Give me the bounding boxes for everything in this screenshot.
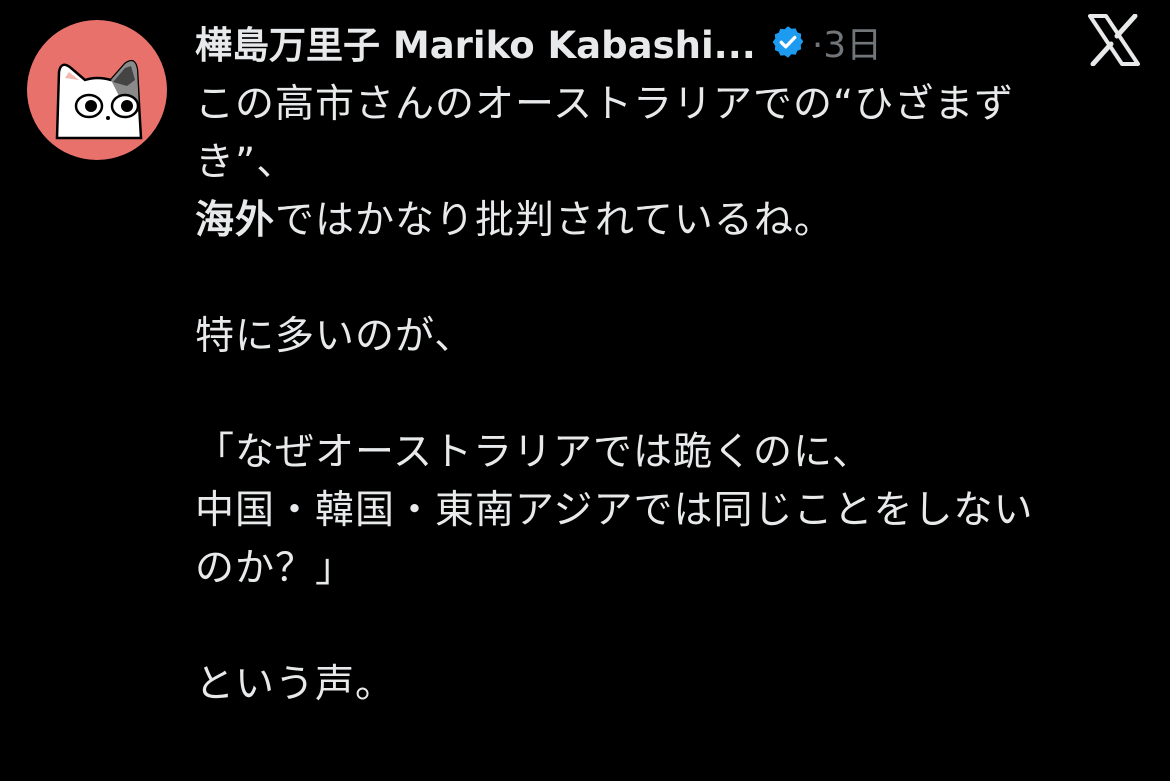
author-display-name[interactable]: 樺島万里子 Mariko Kabashi... [195,15,756,69]
post-line: き”、 [195,140,297,185]
post: 樺島万里子 Mariko Kabashi... ·3日 この高市さんのオーストラ… [0,0,1170,781]
post-header: 樺島万里子 Mariko Kabashi... ·3日 [195,14,1095,70]
x-logo-icon[interactable] [1086,13,1142,67]
avatar[interactable] [27,20,167,160]
post-line: 「なぜオーストラリアでは跪くのに、 [195,430,872,475]
cat-avatar-icon [55,59,143,140]
post-line: 特に多いのが、 [195,314,475,359]
post-line-rest: ではかなり批判されているね。 [275,198,834,243]
post-line: 海外ではかなり批判されているね。 [195,192,1145,250]
post-line: 中国・韓国・東南アジアでは同じことをしない [195,488,1034,533]
verified-badge-icon [770,24,806,60]
bold-text: 海外 [195,198,276,243]
post-body: この高市さんのオーストラリアでの“ひざまず き”、 海外ではかなり批判されている… [195,76,1145,714]
post-timestamp[interactable]: ·3日 [812,16,882,68]
post-line: という声。 [195,662,396,707]
post-line: この高市さんのオーストラリアでの“ひざまず [195,82,1015,127]
post-line: のか？」 [195,546,356,591]
